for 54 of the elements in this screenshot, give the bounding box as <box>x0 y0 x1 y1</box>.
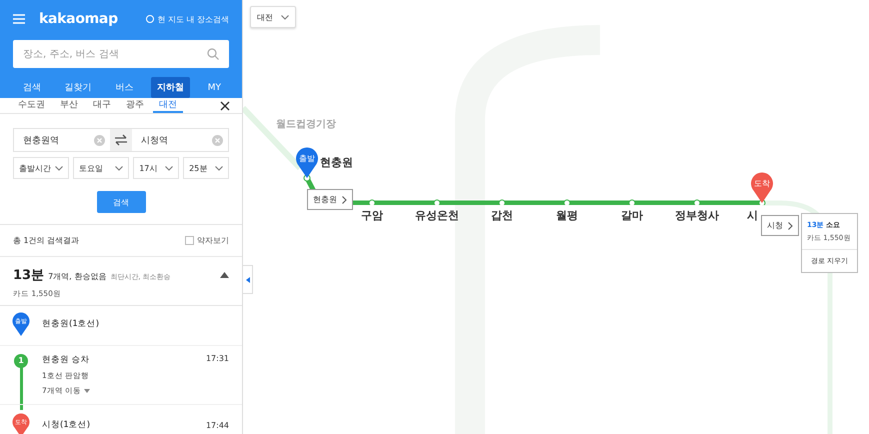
station-callout[interactable]: 현충원 <box>307 189 353 210</box>
result-count: 총 1건의 검색결과 <box>13 235 80 246</box>
radio-icon[interactable] <box>146 15 154 23</box>
logo: kakaomap <box>39 11 118 27</box>
step-station: 현충원(1호선) <box>42 318 100 330</box>
station-label: 갈마 <box>620 208 644 223</box>
nav-tab[interactable]: 지하철 <box>151 77 190 98</box>
dropdown[interactable]: 토요일 <box>73 157 130 179</box>
city-dropdown[interactable]: 대전 <box>250 6 296 28</box>
triangle-down-icon <box>84 389 90 393</box>
station-label: 월평 <box>555 208 579 223</box>
step-station: 현충원 승차 <box>42 354 91 366</box>
step-time: 17:31 <box>206 354 229 363</box>
abbreviation-checkbox[interactable]: 약자보기 <box>185 235 229 246</box>
chevron-down-icon <box>115 166 124 170</box>
triangle-left-icon <box>246 276 250 282</box>
dropdown[interactable]: 17시 <box>133 157 180 179</box>
search-icon[interactable] <box>207 48 219 60</box>
region-tab[interactable]: 대전 <box>153 98 183 113</box>
chevron-right-icon <box>342 196 347 204</box>
station-label: 현충원 <box>320 155 353 170</box>
station-label: 유성온천 <box>414 208 460 223</box>
caret-icon[interactable] <box>220 272 229 278</box>
station-label: 갑천 <box>490 208 514 223</box>
chevron-down-icon <box>165 166 174 170</box>
route-info: 7개역, 환승없음 <box>48 271 106 282</box>
start-pin: 출발 <box>295 147 319 178</box>
chevron-down-icon <box>215 166 223 170</box>
origin-field[interactable]: 현충원역 <box>21 134 94 146</box>
close-icon[interactable] <box>220 100 230 110</box>
destination-field[interactable]: 시청역 <box>139 134 212 146</box>
map-label: 월드컵경기장 <box>276 118 336 131</box>
region-tab[interactable]: 광주 <box>120 98 150 113</box>
search-field[interactable]: 장소, 주소, 버스 검색 <box>13 40 229 68</box>
chevron-down-icon <box>281 14 289 20</box>
station-label: 구암 <box>360 208 384 223</box>
region-tab[interactable]: 수도권 <box>12 98 51 113</box>
swap-icon <box>114 134 128 146</box>
collapse-handle[interactable] <box>243 265 253 294</box>
chevron-down-icon <box>55 166 64 170</box>
menu-icon[interactable] <box>13 14 25 24</box>
region-tab[interactable]: 대구 <box>87 98 117 113</box>
swap-button[interactable] <box>110 129 132 151</box>
station-callout[interactable]: 시청 <box>761 215 799 236</box>
region-tab[interactable]: 부산 <box>54 98 84 113</box>
end-pin: 도착 <box>750 172 774 203</box>
chevron-right-icon <box>788 222 793 230</box>
step-time: 17:44 <box>206 420 229 430</box>
dropdown[interactable]: 출발시간 <box>13 157 70 179</box>
dropdown[interactable]: 25분 <box>183 157 229 179</box>
route-duration: 13분 <box>13 267 44 284</box>
step-station: 시청(1호선) <box>42 419 92 431</box>
line-number-badge: 1 <box>14 354 28 368</box>
station-label: 정부청사 <box>674 208 720 223</box>
